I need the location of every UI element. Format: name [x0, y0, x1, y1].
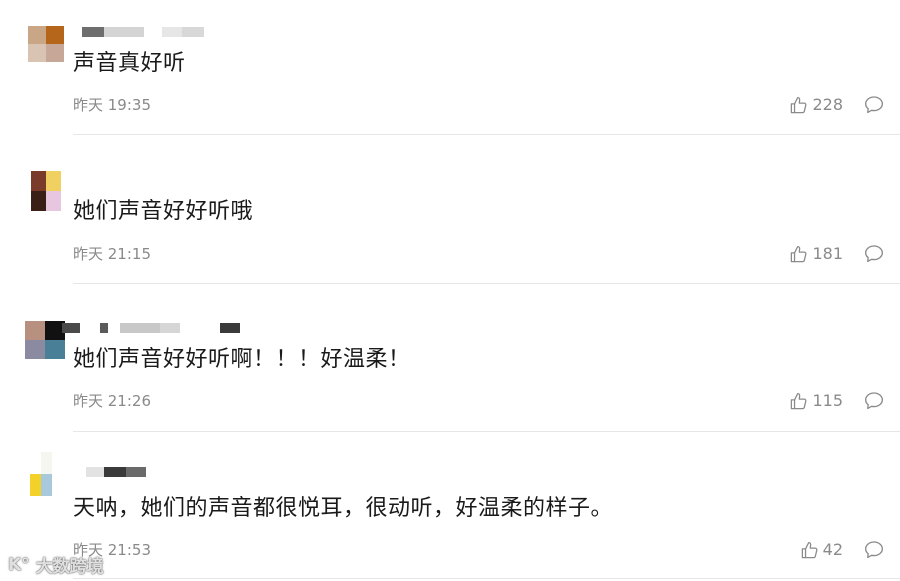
avatar-pixel: [28, 26, 46, 44]
avatar-pixel: [28, 44, 46, 62]
reply-button[interactable]: [864, 95, 884, 114]
comment-bubble-icon: [865, 96, 883, 114]
like-button[interactable]: 115: [789, 391, 843, 411]
comment-list: 声音真好听 昨天 19:35 228 她们声音好好听哦 昨天 21:15 181…: [0, 0, 900, 581]
avatar-pixel: [41, 474, 52, 496]
divider: [73, 578, 900, 579]
avatar-pixel: [46, 26, 64, 44]
watermark-text: 大数跨境: [35, 557, 104, 577]
avatar-pixel: [41, 452, 52, 474]
comment-text: 天呐，她们的声音都很悦耳，很动听，好温柔的样子。: [73, 496, 614, 521]
like-button[interactable]: 181: [789, 244, 843, 264]
divider: [73, 134, 900, 135]
redaction-block: [126, 467, 146, 477]
avatar[interactable]: [30, 452, 52, 496]
comment-time: 昨天 21:15: [73, 245, 151, 263]
username-redacted[interactable]: [82, 27, 204, 37]
username-redacted[interactable]: [86, 467, 146, 477]
redaction-block: [82, 27, 104, 37]
redaction-block: [86, 467, 104, 477]
avatar-pixel: [46, 171, 61, 191]
thumbs-up-icon: [791, 96, 807, 113]
avatar-pixel: [25, 340, 45, 359]
like-count: 115: [812, 391, 843, 410]
redaction-block: [160, 323, 180, 333]
avatar-pixel: [46, 44, 64, 62]
redaction-block: [104, 467, 126, 477]
avatar-pixel: [45, 340, 65, 359]
avatar-pixel: [31, 191, 46, 211]
like-count: 181: [812, 244, 843, 263]
like-button[interactable]: 42: [800, 540, 843, 560]
watermark-logo-icon: K°: [8, 554, 30, 575]
reply-button[interactable]: [864, 540, 884, 559]
thumbs-up-icon: [791, 392, 807, 409]
username-redacted[interactable]: [62, 323, 242, 333]
like-button[interactable]: 228: [789, 95, 843, 115]
reply-button[interactable]: [864, 391, 884, 410]
redaction-block: [62, 323, 80, 333]
comment-time: 昨天 21:26: [73, 392, 151, 410]
avatar-pixel: [30, 452, 41, 474]
comment-time: 昨天 19:35: [73, 96, 151, 114]
avatar-pixel: [31, 171, 46, 191]
comment-text: 她们声音好好听哦: [73, 199, 254, 224]
avatar-pixel: [46, 191, 61, 211]
redaction-block: [220, 323, 240, 333]
redaction-block: [182, 27, 204, 37]
comment-text: 她们声音好好听啊！！！好温柔！: [73, 347, 411, 372]
redaction-block: [104, 27, 144, 37]
avatar[interactable]: [25, 321, 65, 359]
comment-bubble-icon: [865, 541, 883, 559]
avatar[interactable]: [31, 171, 61, 211]
redaction-block: [100, 323, 108, 333]
redaction-block: [120, 323, 162, 333]
divider: [73, 283, 900, 284]
comment-bubble-icon: [865, 245, 883, 263]
divider: [73, 431, 900, 432]
thumbs-up-icon: [801, 541, 818, 558]
comment-bubble-icon: [865, 392, 883, 410]
watermark: K° 大数跨境: [8, 552, 104, 578]
avatar[interactable]: [28, 26, 64, 62]
like-count: 228: [812, 95, 843, 114]
reply-button[interactable]: [864, 244, 884, 263]
like-count: 42: [822, 540, 843, 559]
avatar-pixel: [25, 321, 45, 340]
avatar-pixel: [30, 474, 41, 496]
thumbs-up-icon: [791, 245, 807, 262]
redaction-block: [162, 27, 182, 37]
comment-text: 声音真好听: [73, 51, 186, 76]
